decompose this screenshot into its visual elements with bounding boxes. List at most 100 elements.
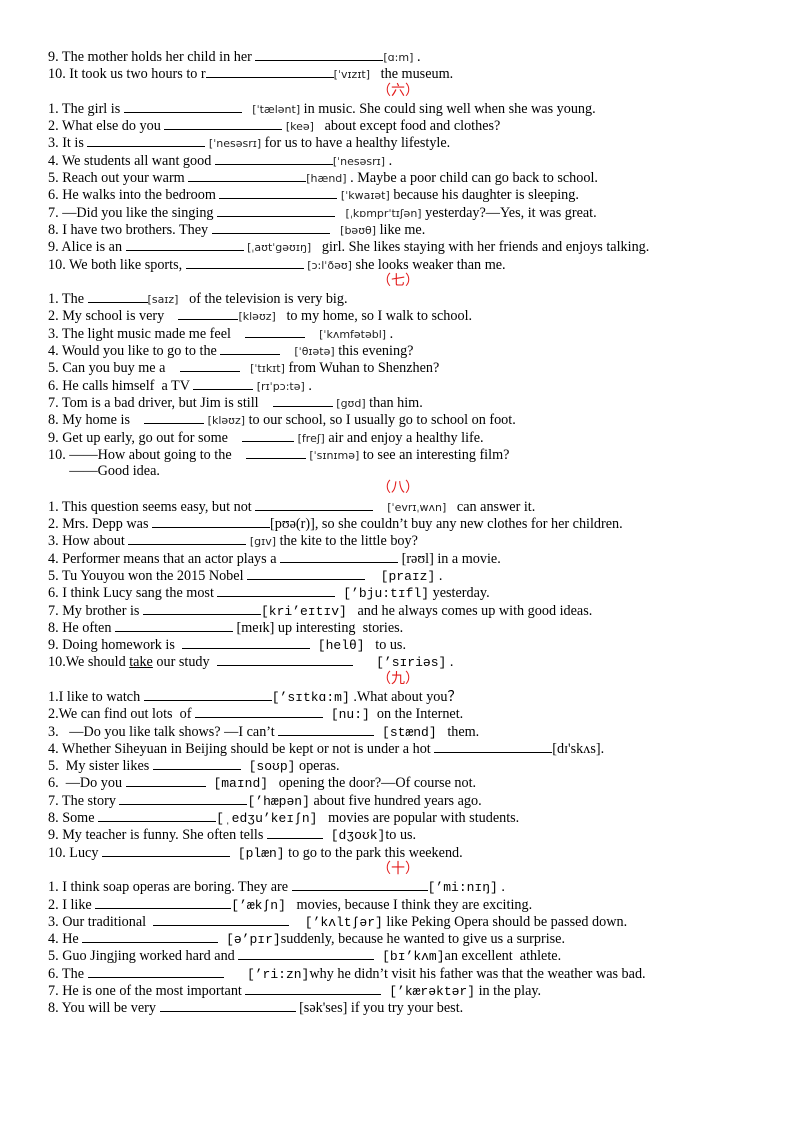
answer-blank[interactable]	[178, 307, 239, 321]
item-text: 6. He walks into the bedroom	[48, 187, 220, 204]
item-text: this evening?	[334, 343, 414, 360]
section-heading: （十）	[377, 860, 419, 877]
answer-blank[interactable]	[188, 169, 307, 183]
answer-blank[interactable]	[119, 792, 248, 805]
exercise-item: 4. Whether Siheyuan in Beijing should be…	[48, 740, 748, 757]
phonetic-hint: [ˈtælənt]	[241, 102, 301, 116]
item-text: .	[435, 567, 443, 584]
answer-blank[interactable]	[114, 619, 233, 632]
answer-blank[interactable]	[238, 947, 375, 961]
item-text: 10.We should	[48, 654, 130, 671]
answer-blank[interactable]	[211, 221, 330, 234]
exercise-item: 5. Reach out your warm [hænd] . Maybe a …	[48, 169, 748, 186]
answer-blank[interactable]	[245, 982, 382, 996]
answer-blank[interactable]	[125, 238, 244, 252]
answer-blank[interactable]	[245, 325, 306, 338]
exercise-item: 10. It took us two hours to r [ˈvɪzɪt] th…	[48, 65, 748, 82]
answer-blank[interactable]	[255, 498, 374, 511]
answer-blank[interactable]	[98, 809, 217, 823]
answer-blank[interactable]	[125, 774, 206, 788]
item-text: 2. My school is very	[48, 308, 179, 325]
exercise-item: 5. Tu Youyou won the 2015 Nobel [praɪz] …	[48, 567, 748, 584]
phonetic-hint: [ˌkɒmprˈtɪʃən]	[335, 206, 422, 220]
exercise-item: 8. You will be very [sək'ses] if you try…	[48, 999, 748, 1016]
answer-blank[interactable]	[152, 757, 241, 771]
answer-blank[interactable]	[247, 567, 366, 580]
item-text: on the Internet.	[369, 706, 464, 723]
exercise-item: 2.We can find out lots of [nu:] on the I…	[48, 705, 748, 722]
phonetic-hint: [ˌaʊtˈgəʊɪŋ]	[243, 241, 312, 255]
exercise-item: 8. He often [meɪk] up interesting storie…	[48, 619, 748, 636]
answer-blank[interactable]	[242, 429, 295, 442]
item-text: 10. We both like sports,	[48, 256, 186, 273]
answer-blank[interactable]	[217, 204, 336, 217]
phonetic-hint: [ˈtɪkɪt]	[239, 362, 285, 376]
answer-blank[interactable]	[185, 256, 304, 269]
item-text: 4. Would you like to go to the	[48, 343, 221, 360]
answer-blank[interactable]	[193, 377, 254, 390]
item-text: 4. He	[48, 931, 83, 948]
exercise-item: 4. Performer means that an actor plays a…	[48, 550, 748, 567]
answer-blank[interactable]	[152, 515, 271, 529]
exercise-item: 4. Would you like to go to the [ˈθɪətə] …	[48, 342, 748, 359]
phonetic-hint: [gɪv]	[246, 535, 277, 549]
exercise-item: 3. —Do you like talk shows? —I can’t [st…	[48, 723, 748, 740]
answer-blank[interactable]	[220, 342, 281, 356]
item-text: 7. My brother is	[48, 602, 143, 619]
answer-blank[interactable]	[217, 584, 336, 598]
answer-blank[interactable]	[164, 117, 283, 131]
item-text: [dɪ'skʌs].	[552, 740, 605, 757]
item-text: 4. Whether Siheyuan in Beijing should be…	[48, 740, 435, 757]
answer-blank[interactable]	[159, 999, 296, 1013]
answer-blank[interactable]	[128, 532, 247, 546]
answer-blank[interactable]	[216, 653, 353, 667]
answer-blank[interactable]	[101, 844, 230, 857]
exercise-item: 2. Mrs. Depp was [pʊə(r)], so she couldn…	[48, 515, 748, 532]
phonetic-hint: [keə]	[282, 120, 314, 134]
answer-blank[interactable]	[205, 65, 334, 79]
answer-blank[interactable]	[87, 965, 224, 978]
item-text: .	[386, 325, 394, 342]
answer-blank[interactable]	[144, 411, 205, 425]
answer-blank[interactable]	[214, 152, 333, 165]
answer-blank[interactable]	[142, 602, 261, 615]
item-text: them.	[436, 723, 480, 740]
answer-blank[interactable]	[245, 446, 306, 459]
exercise-item: ——Good idea.	[48, 463, 748, 480]
item-text: 4. Performer means that an actor plays a	[48, 550, 281, 567]
answer-blank[interactable]	[123, 100, 242, 113]
exercise-item: 1. The girl is [ˈtælənt] in music. She c…	[48, 100, 748, 117]
phonetic-hint: [kri’eɪtɪv]	[260, 603, 347, 619]
exercise-item: 7. The story [’hæpən] about five hundred…	[48, 792, 748, 809]
answer-blank[interactable]	[291, 878, 428, 892]
answer-blank[interactable]	[195, 705, 324, 719]
answer-blank[interactable]	[272, 394, 333, 407]
answer-blank[interactable]	[255, 48, 384, 61]
answer-blank[interactable]	[434, 740, 553, 753]
answer-blank[interactable]	[266, 826, 323, 840]
phonetic-hint: [ˈkʌmfətəbl]	[305, 327, 387, 341]
answer-blank[interactable]	[143, 688, 272, 701]
answer-blank[interactable]	[87, 134, 206, 148]
item-text: 3. —Do you like talk shows? —I can’t	[48, 723, 279, 740]
exercise-item: 7. My brother is [kri’eɪtɪv] and he alwa…	[48, 602, 748, 619]
answer-blank[interactable]	[278, 723, 375, 736]
phonetic-hint: [hænd]	[306, 172, 347, 186]
answer-blank[interactable]	[182, 636, 310, 650]
answer-blank[interactable]	[82, 930, 219, 944]
item-text: 5. Guo Jingjing worked hard and	[48, 948, 239, 965]
section-heading: （七）	[377, 272, 419, 289]
section-heading: （八）	[377, 480, 419, 497]
phonetic-hint: [ˈnesəsrɪ]	[332, 154, 386, 168]
answer-blank[interactable]	[153, 913, 290, 926]
answer-blank[interactable]	[87, 290, 148, 304]
answer-blank[interactable]	[179, 359, 240, 373]
answer-blank[interactable]	[280, 550, 399, 563]
answer-blank[interactable]	[95, 896, 232, 909]
item-text: an excellent athlete.	[444, 948, 562, 965]
item-text: in music. She could sing well when she w…	[300, 100, 596, 117]
section-heading: （六）	[377, 82, 419, 99]
phonetic-hint: [plæn]	[229, 845, 285, 861]
item-text: 1. I think soap operas are boring. They …	[48, 879, 292, 896]
answer-blank[interactable]	[219, 186, 338, 200]
